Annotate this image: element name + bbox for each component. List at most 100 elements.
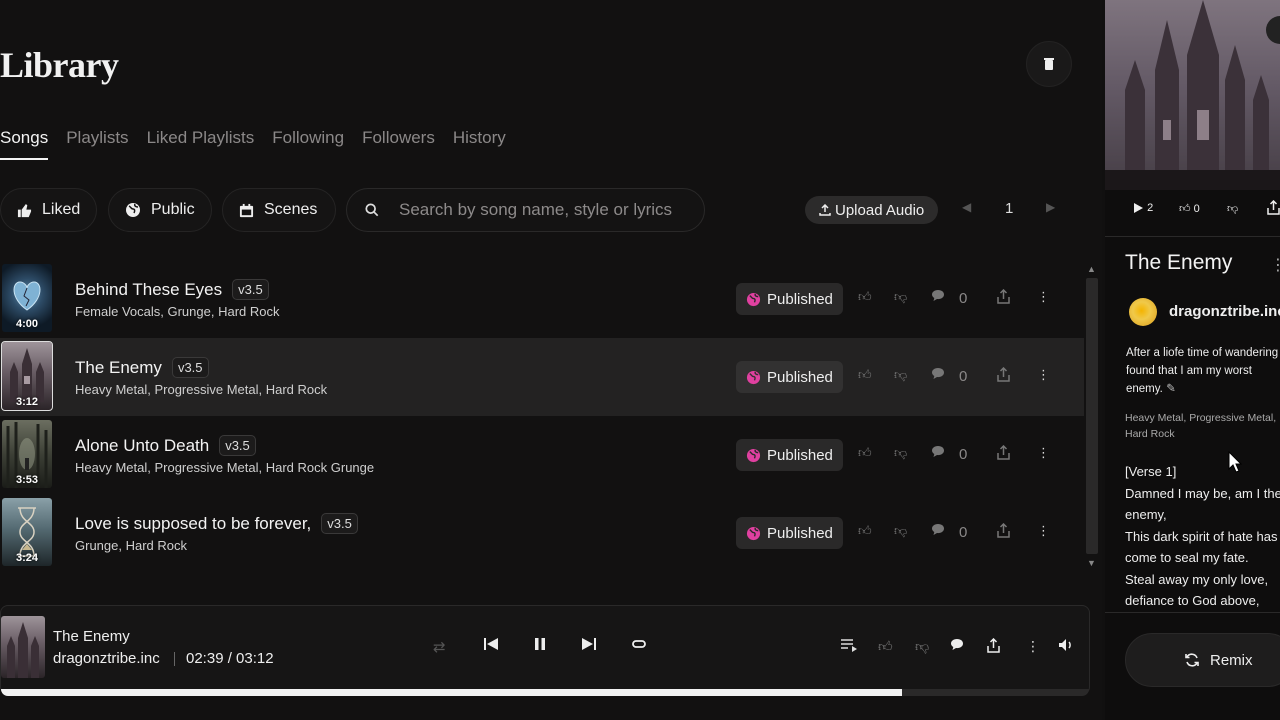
song-tags[interactable]: Heavy Metal, Progressive Metal, Hard Roc… [75, 382, 327, 397]
tab-liked-playlists[interactable]: Liked Playlists [147, 128, 255, 160]
version-badge: v3.5 [321, 513, 358, 534]
thumbs-down-icon[interactable]: 👎︎ [1227, 202, 1238, 215]
comment-icon[interactable] [950, 638, 964, 651]
liked-filter-label: Liked [42, 201, 81, 218]
side-song-title: The Enemy [1125, 251, 1233, 274]
song-title[interactable]: Alone Unto Death [75, 436, 209, 456]
share-icon[interactable] [987, 638, 1000, 653]
share-icon[interactable] [997, 445, 1010, 460]
trash-button[interactable] [1026, 41, 1072, 87]
side-song-tags[interactable]: Heavy Metal, Progressive Metal, Hard Roc… [1125, 410, 1280, 442]
comment-count: 0 [959, 524, 968, 541]
side-artist[interactable]: dragonztribe.inc [1169, 303, 1280, 320]
song-thumbnail[interactable]: 4:00 [2, 264, 52, 332]
library-main: Library Songs Playlists Liked Playlists … [0, 0, 1102, 720]
scroll-up-icon[interactable]: ▲ [1087, 264, 1096, 274]
playback-progress-fill [1, 689, 902, 696]
queue-icon[interactable] [840, 638, 858, 652]
scroll-down-icon[interactable]: ▼ [1087, 558, 1096, 568]
tab-history[interactable]: History [453, 128, 506, 160]
song-tags[interactable]: Heavy Metal, Progressive Metal, Hard Roc… [75, 460, 374, 475]
more-options-icon[interactable]: ⋮ [1037, 367, 1050, 383]
more-options-icon[interactable]: ⋮ [1037, 289, 1050, 305]
published-label: Published [767, 368, 833, 386]
public-filter-label: Public [151, 201, 195, 218]
tab-playlists[interactable]: Playlists [66, 128, 128, 160]
share-icon[interactable] [1267, 200, 1280, 215]
song-row[interactable]: 4:00 Behind These Eyes v3.5 Female Vocal… [0, 260, 1084, 338]
tab-songs[interactable]: Songs [0, 128, 49, 160]
player-thumbnail[interactable] [1, 616, 45, 678]
song-thumbnail[interactable]: 3:53 [2, 420, 52, 488]
thumbs-down-icon[interactable]: 👎︎ [894, 289, 907, 305]
tab-following[interactable]: Following [272, 128, 344, 160]
remix-button[interactable]: Remix [1125, 633, 1280, 687]
song-thumbnail[interactable]: 3:24 [2, 498, 52, 566]
upload-audio-label: Upload Audio [835, 201, 925, 219]
player-song-title[interactable]: The Enemy [53, 628, 130, 645]
public-filter-button[interactable]: Public [108, 188, 212, 232]
next-track-button[interactable] [581, 636, 597, 652]
volume-icon[interactable] [1058, 638, 1074, 652]
song-title[interactable]: Behind These Eyes [75, 280, 222, 300]
share-icon[interactable] [997, 523, 1010, 538]
thumbs-up-icon [17, 203, 32, 218]
liked-filter-button[interactable]: Liked [0, 188, 97, 232]
thumbs-down-icon[interactable]: 👎︎ [894, 367, 907, 383]
published-badge[interactable]: Published [736, 283, 843, 315]
thumbs-up-icon[interactable]: 👍︎ [878, 638, 893, 655]
thumbs-up-icon[interactable]: 👍︎ [858, 523, 872, 539]
mouse-cursor-icon [1228, 451, 1242, 473]
comment-icon[interactable] [931, 289, 945, 302]
comment-icon[interactable] [931, 445, 945, 458]
page-next-button[interactable]: ▶ [1046, 200, 1055, 214]
play-count-button[interactable]: 2 [1133, 202, 1153, 214]
song-title[interactable]: The Enemy [75, 358, 162, 378]
song-row[interactable]: 3:24 Love is supposed to be forever, v3.… [0, 494, 1084, 572]
song-tags[interactable]: Female Vocals, Grunge, Hard Rock [75, 304, 279, 319]
search-input[interactable] [399, 200, 689, 220]
song-thumbnail[interactable]: 3:12 [1, 341, 53, 411]
published-badge[interactable]: Published [736, 439, 843, 471]
song-row[interactable]: 3:53 Alone Unto Death v3.5 Heavy Metal, … [0, 416, 1084, 494]
song-tags[interactable]: Grunge, Hard Rock [75, 538, 187, 553]
scenes-filter-button[interactable]: Scenes [222, 188, 336, 232]
thumbs-down-icon[interactable]: 👎︎ [894, 523, 907, 539]
comment-icon[interactable] [931, 367, 945, 380]
loop-icon[interactable] [631, 636, 647, 652]
page-prev-button[interactable]: ◀ [962, 200, 971, 214]
player-artist[interactable]: dragonztribe.inc [53, 650, 160, 667]
published-badge[interactable]: Published [736, 361, 843, 393]
upload-audio-button[interactable]: Upload Audio [805, 196, 939, 224]
thumbs-up-icon[interactable]: 👍︎ [858, 445, 872, 461]
cover-art[interactable] [1105, 0, 1280, 190]
like-count-button[interactable]: 👍︎ 0 [1179, 202, 1200, 215]
scroll-thumb[interactable] [1086, 278, 1098, 554]
side-divider-bottom [1105, 612, 1280, 613]
published-badge[interactable]: Published [736, 517, 843, 549]
page-number: 1 [1005, 200, 1014, 217]
more-options-icon[interactable]: ⋮ [1270, 255, 1280, 275]
share-icon[interactable] [997, 289, 1010, 304]
more-options-icon[interactable]: ⋮ [1037, 523, 1050, 539]
published-label: Published [767, 446, 833, 464]
tab-followers[interactable]: Followers [362, 128, 435, 160]
song-row[interactable]: 3:12 The Enemy v3.5 Heavy Metal, Progres… [0, 338, 1084, 416]
more-options-icon[interactable]: ⋮ [1026, 638, 1040, 655]
comment-icon[interactable] [931, 523, 945, 536]
thumbs-down-icon[interactable]: 👎︎ [915, 638, 929, 655]
thumbs-up-icon[interactable]: 👍︎ [858, 289, 872, 305]
song-duration: 3:53 [15, 474, 39, 486]
thumbs-down-icon[interactable]: 👎︎ [894, 445, 907, 461]
thumbs-up-icon[interactable]: 👍︎ [858, 367, 872, 383]
repeat-icon[interactable]: ⇄ [433, 638, 446, 656]
share-icon[interactable] [997, 367, 1010, 382]
playback-progress[interactable] [1, 689, 1089, 696]
more-options-icon[interactable]: ⋮ [1037, 445, 1050, 461]
edit-pencil-icon[interactable]: ✎ [1166, 383, 1176, 395]
previous-track-button[interactable] [483, 636, 499, 652]
song-title[interactable]: Love is supposed to be forever, [75, 514, 311, 534]
pause-button[interactable] [532, 636, 548, 652]
song-list-scrollbar[interactable]: ▲ ▼ [1084, 260, 1100, 572]
avatar[interactable] [1129, 298, 1157, 326]
